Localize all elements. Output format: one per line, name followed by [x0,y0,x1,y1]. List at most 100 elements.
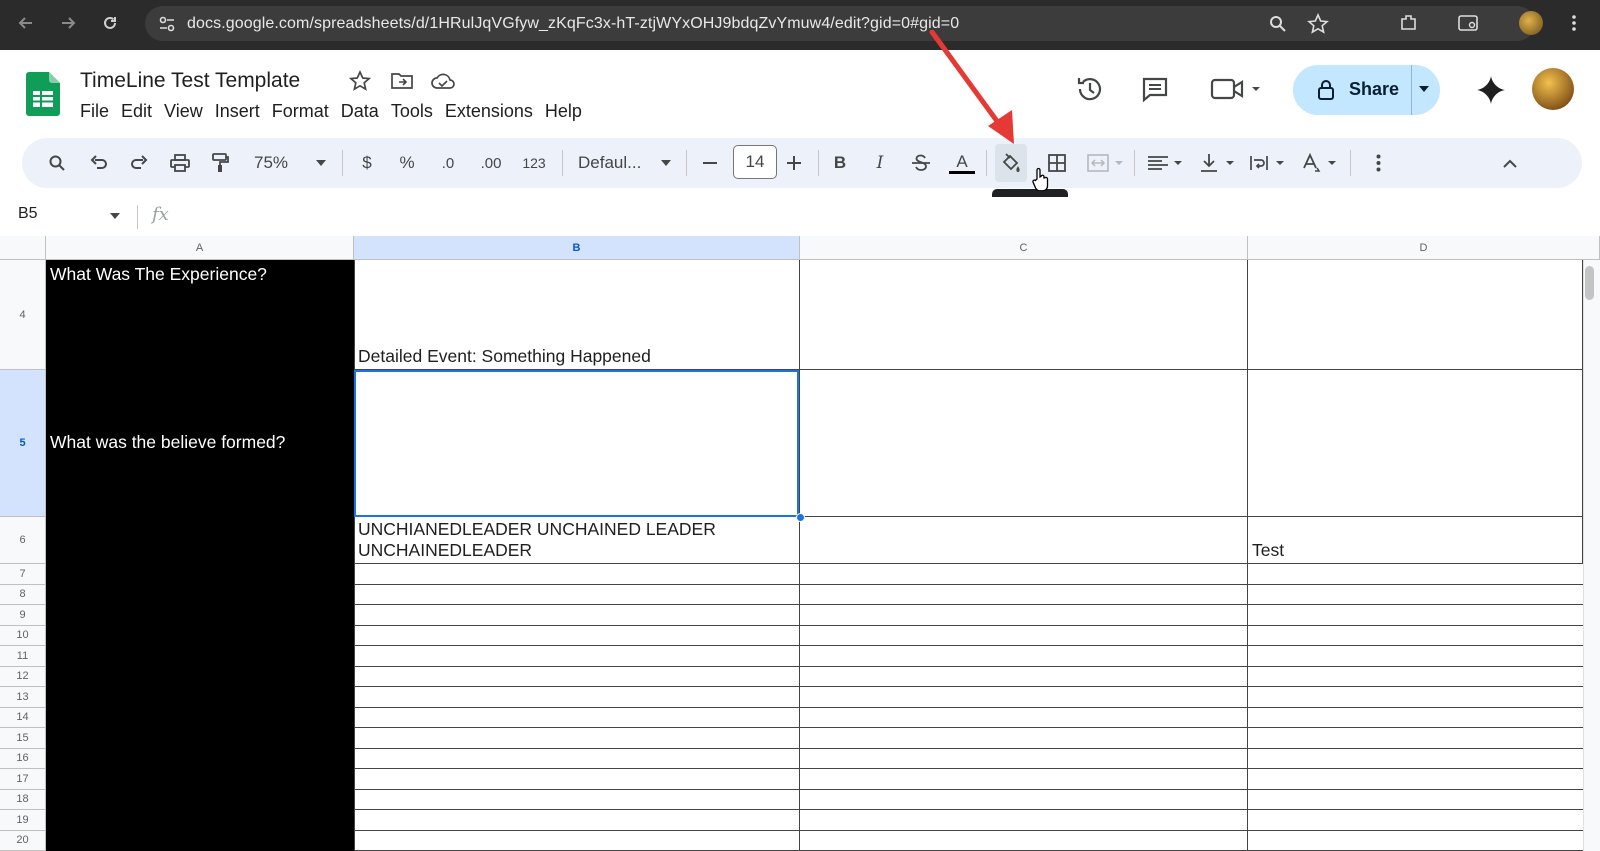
cell-c6[interactable] [800,517,1248,564]
row-header-13[interactable]: 13 [0,687,46,708]
share-dropdown-icon[interactable] [1418,85,1430,93]
font-family-select[interactable]: Defaul... [578,149,654,177]
cell-a4[interactable]: What Was The Experience? [46,260,354,370]
scrollbar-thumb[interactable] [1585,266,1594,300]
number-format-button[interactable]: 123 [517,149,551,177]
row-header-7[interactable]: 7 [0,564,46,585]
row-header-10[interactable]: 10 [0,625,46,646]
cell-d4[interactable] [1248,260,1583,370]
italic-button[interactable]: I [868,149,892,177]
cell-b4[interactable]: Detailed Event: Something Happened [354,260,800,370]
decrease-decimal-button[interactable]: .0 [434,149,462,177]
row-header-19[interactable]: 19 [0,810,46,831]
comments-icon[interactable] [1141,76,1169,104]
version-history-icon[interactable] [1075,74,1105,104]
profile-avatar[interactable] [1517,9,1545,37]
back-icon[interactable] [12,9,40,37]
cell-a6[interactable] [46,517,354,564]
row-header-12[interactable]: 12 [0,666,46,687]
row-header-8[interactable]: 8 [0,584,46,605]
name-box[interactable]: B5 [18,205,38,223]
document-title[interactable]: TimeLine Test Template [80,69,300,93]
cell-c5[interactable] [800,370,1248,517]
column-header-d[interactable]: D [1248,236,1600,260]
site-settings-icon[interactable] [157,14,177,34]
account-avatar[interactable] [1532,68,1574,110]
redo-icon[interactable] [126,149,152,177]
row-header-6[interactable]: 6 [0,517,46,564]
star-icon[interactable] [349,70,371,92]
font-dropdown-icon[interactable] [659,149,673,177]
row-header-11[interactable]: 11 [0,646,46,667]
row-header-14[interactable]: 14 [0,707,46,728]
reading-mode-icon[interactable] [1454,9,1482,37]
share-button[interactable]: Share [1293,65,1440,115]
undo-icon[interactable] [86,149,112,177]
percent-format-button[interactable]: % [395,149,419,177]
empty-cell-area[interactable] [354,564,1583,851]
search-menus-icon[interactable] [44,149,70,177]
cell-a5[interactable]: What was the believe formed? [46,370,354,517]
row-header-4[interactable]: 4 [0,260,46,370]
menu-file[interactable]: File [80,101,119,122]
text-wrapping-icon[interactable] [1248,149,1288,177]
row-header-16[interactable]: 16 [0,748,46,769]
row-header-5[interactable]: 5 [0,370,46,517]
forward-icon[interactable] [54,9,82,37]
move-folder-icon[interactable] [390,71,414,91]
decrease-font-size-button[interactable] [698,149,722,177]
menu-view[interactable]: View [164,101,213,122]
increase-decimal-button[interactable]: .00 [474,149,508,177]
formula-input[interactable] [185,205,1565,229]
increase-font-size-button[interactable] [782,149,806,177]
zoom-icon[interactable] [1268,14,1288,34]
menu-insert[interactable]: Insert [215,101,270,122]
vertical-align-icon[interactable] [1198,149,1238,177]
print-icon[interactable] [167,149,193,177]
extensions-icon[interactable] [1395,9,1423,37]
row-header-20[interactable]: 20 [0,830,46,851]
text-rotation-icon[interactable] [1300,149,1340,177]
zoom-dropdown-icon[interactable] [314,149,328,177]
horizontal-align-icon[interactable] [1146,149,1186,177]
cell-b6[interactable]: UNCHIANEDLEADER UNCHAINED LEADER UNCHAIN… [354,517,800,564]
text-color-button[interactable]: A [948,149,976,177]
cell-c4[interactable] [800,260,1248,370]
row-header-15[interactable]: 15 [0,728,46,749]
cell-d6[interactable]: Test [1248,517,1583,564]
vertical-scrollbar[interactable] [1583,260,1600,851]
menu-extensions[interactable]: Extensions [445,101,543,122]
row-header-9[interactable]: 9 [0,605,46,626]
sheets-logo-icon[interactable] [26,72,60,116]
column-header-a[interactable]: A [46,236,354,260]
collapse-toolbar-icon[interactable] [1498,149,1522,177]
column-header-c[interactable]: C [800,236,1248,260]
menu-data[interactable]: Data [341,101,389,122]
paint-format-icon[interactable] [207,149,233,177]
meet-video-icon[interactable] [1210,77,1262,101]
gemini-icon[interactable] [1476,75,1506,105]
more-options-icon[interactable] [1368,149,1388,177]
select-all-corner[interactable] [0,236,46,260]
column-header-b[interactable]: B [354,236,800,260]
fill-handle[interactable] [796,513,805,522]
font-size-input[interactable]: 14 [733,145,777,179]
strikethrough-icon[interactable] [908,149,934,177]
menu-edit[interactable]: Edit [121,101,162,122]
bookmark-star-icon[interactable] [1307,13,1329,35]
cell-a7-a20[interactable] [46,564,354,851]
reload-icon[interactable] [96,9,124,37]
merge-cells-icon[interactable] [1086,149,1126,177]
url-text[interactable]: docs.google.com/spreadsheets/d/1HRulJqVG… [187,15,959,33]
menu-help[interactable]: Help [545,101,592,122]
cell-d5[interactable] [1248,370,1583,517]
currency-format-button[interactable]: $ [355,149,379,177]
menu-format[interactable]: Format [272,101,339,122]
row-header-18[interactable]: 18 [0,789,46,810]
address-bar[interactable]: docs.google.com/spreadsheets/d/1HRulJqVG… [145,6,1535,41]
menu-tools[interactable]: Tools [391,101,443,122]
cloud-saved-icon[interactable] [430,72,456,90]
zoom-value[interactable]: 75% [250,149,292,177]
bold-button[interactable]: B [828,149,852,177]
row-header-17[interactable]: 17 [0,769,46,790]
